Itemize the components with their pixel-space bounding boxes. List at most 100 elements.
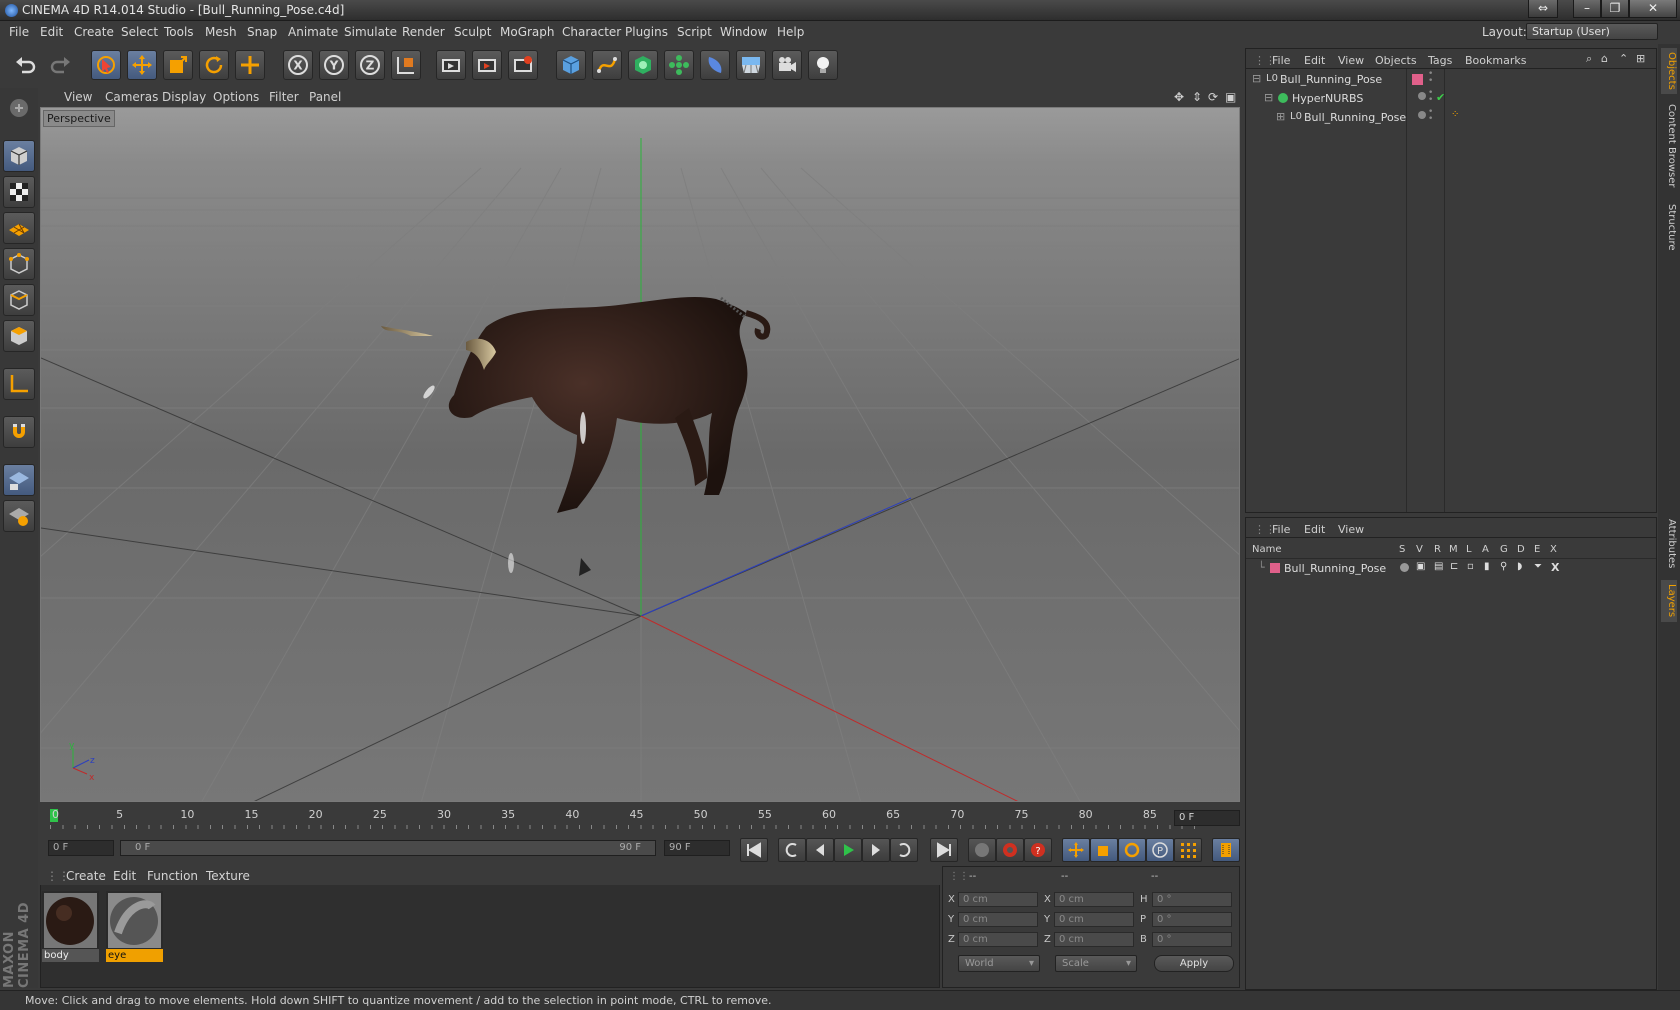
layer-col-animation[interactable]: A: [1482, 544, 1489, 555]
layer-col-generators[interactable]: G: [1500, 544, 1508, 555]
tree-row-bull-running-pose[interactable]: ⊟ L0 Bull_Running_Pose • •: [1252, 70, 1652, 90]
viewport-menu-display[interactable]: Display: [162, 90, 206, 104]
layer-col-solo[interactable]: S: [1399, 544, 1405, 555]
solo-toggle-icon[interactable]: [1400, 563, 1409, 572]
layer-color-swatch[interactable]: [1412, 74, 1423, 85]
animation-toggle-icon[interactable]: ▮: [1484, 561, 1490, 572]
layer-name[interactable]: Bull_Running_Pose: [1284, 562, 1386, 575]
play-icon[interactable]: [834, 838, 862, 862]
enabled-check-icon[interactable]: ✔: [1436, 91, 1445, 104]
viewport-maximize-icon[interactable]: ▣: [1225, 90, 1236, 104]
timeline-ruler[interactable]: 051015202530354045505560657075808590: [40, 803, 1240, 833]
tree-row-hypernurbs[interactable]: ⊟ HyperNURBS • • ✔: [1264, 89, 1652, 109]
spline-icon[interactable]: [592, 50, 622, 80]
tab-attributes[interactable]: Attributes: [1661, 514, 1677, 574]
layer-col-xref[interactable]: X: [1550, 544, 1557, 555]
polygons-mode-icon[interactable]: [3, 320, 35, 352]
scale-tool-icon[interactable]: [163, 50, 193, 80]
coordinate-system-icon[interactable]: [391, 50, 421, 80]
view-toggle-icon[interactable]: ▣: [1416, 561, 1425, 572]
menu-create[interactable]: Create: [74, 25, 114, 39]
position-x-field[interactable]: 0 cm: [958, 892, 1038, 907]
deformer-toggle-icon[interactable]: ◗: [1517, 561, 1522, 572]
apply-button[interactable]: Apply: [1154, 955, 1234, 972]
current-frame-field[interactable]: 0 F: [1174, 810, 1240, 826]
menu-help[interactable]: Help: [777, 25, 804, 39]
timeline-window-icon[interactable]: [1212, 838, 1240, 862]
rotate-tool-icon[interactable]: [199, 50, 229, 80]
object-menu-edit[interactable]: Edit: [1304, 54, 1325, 67]
menu-sculpt[interactable]: Sculpt: [454, 25, 491, 39]
viewport-menu-filter[interactable]: Filter: [269, 90, 299, 104]
workplane-lock-icon[interactable]: [3, 464, 35, 496]
deformer-icon[interactable]: [700, 50, 730, 80]
object-menu-tags[interactable]: Tags: [1428, 54, 1452, 67]
end-frame-field[interactable]: 90 F: [664, 840, 730, 856]
menu-tools[interactable]: Tools: [164, 25, 194, 39]
viewport-rotate-icon[interactable]: ⟳: [1208, 90, 1218, 104]
expand-icon[interactable]: ⊟: [1264, 91, 1273, 104]
menu-snap[interactable]: Snap: [247, 25, 277, 39]
layer-menu-file[interactable]: File: [1272, 523, 1290, 536]
live-selection-icon[interactable]: [91, 50, 121, 80]
menu-plugins[interactable]: Plugins: [625, 25, 668, 39]
layer-row[interactable]: └ Bull_Running_Pose ▣ ▤ ⊏ ▫ ▮ ⚲ ◗ ⏷ X: [1252, 560, 1652, 578]
z-axis-lock-icon[interactable]: Z: [355, 50, 385, 80]
record-active-icon[interactable]: [968, 838, 996, 862]
make-editable-icon[interactable]: [3, 92, 35, 124]
home-icon[interactable]: ⌂: [1601, 52, 1608, 65]
generator-toggle-icon[interactable]: ⚲: [1500, 561, 1507, 572]
viewport-menu-options[interactable]: Options: [213, 90, 259, 104]
minimize-button[interactable]: –: [1573, 0, 1601, 18]
scene-environment-icon[interactable]: [736, 50, 766, 80]
y-axis-lock-icon[interactable]: Y: [319, 50, 349, 80]
scroll-up-icon[interactable]: ⌃: [1619, 52, 1628, 65]
material-menu-create[interactable]: Create: [66, 869, 106, 883]
visibility-dots-icon[interactable]: • •: [1428, 89, 1433, 105]
array-icon[interactable]: [664, 50, 694, 80]
undo-icon[interactable]: [9, 50, 41, 80]
render-toggle-icon[interactable]: ▤: [1434, 561, 1443, 572]
render-settings-icon[interactable]: [508, 50, 538, 80]
move-tool-icon[interactable]: [127, 50, 157, 80]
key-parameter-icon[interactable]: P: [1146, 838, 1174, 862]
perspective-viewport[interactable]: y z x Perspective: [40, 107, 1240, 802]
viewport-dolly-icon[interactable]: ⇕: [1192, 90, 1202, 104]
go-to-end-icon[interactable]: [930, 838, 958, 862]
resize-icon[interactable]: ⇔: [1528, 0, 1558, 18]
visibility-dots-icon[interactable]: • •: [1428, 70, 1433, 86]
previous-frame-icon[interactable]: [806, 838, 834, 862]
menu-mograph[interactable]: MoGraph: [500, 25, 555, 39]
object-menu-file[interactable]: File: [1272, 54, 1290, 67]
texture-mode-icon[interactable]: [3, 176, 35, 208]
layer-menu-edit[interactable]: Edit: [1304, 523, 1325, 536]
next-key-icon[interactable]: [890, 838, 918, 862]
cube-primitive-icon[interactable]: [556, 50, 586, 80]
restore-button[interactable]: ❐: [1601, 0, 1629, 18]
layer-col-locked[interactable]: L: [1466, 544, 1472, 555]
close-button[interactable]: ✕: [1629, 0, 1677, 18]
rotation-b-field[interactable]: 0 °: [1152, 932, 1232, 947]
position-y-field[interactable]: 0 cm: [958, 912, 1038, 927]
size-mode-select[interactable]: Scale ▾: [1055, 955, 1137, 972]
tree-row-bull-mesh[interactable]: ⊞ L0 Bull_Running_Pose • • ⁘: [1276, 108, 1652, 128]
coordinate-mode-select[interactable]: World ▾: [958, 955, 1040, 972]
position-z-field[interactable]: 0 cm: [958, 932, 1038, 947]
x-axis-lock-icon[interactable]: X: [283, 50, 313, 80]
menu-script[interactable]: Script: [677, 25, 712, 39]
xref-toggle-icon[interactable]: X: [1551, 561, 1559, 574]
visibility-dots-icon[interactable]: • •: [1428, 108, 1433, 124]
object-menu-view[interactable]: View: [1338, 54, 1364, 67]
tab-objects[interactable]: Objects: [1661, 48, 1677, 94]
lock-toggle-icon[interactable]: ▫: [1467, 561, 1474, 572]
magnet-snap-icon[interactable]: [3, 416, 35, 448]
key-scale-icon[interactable]: [1090, 838, 1118, 862]
material-menu-function[interactable]: Function: [147, 869, 198, 883]
axis-mode-icon[interactable]: [3, 368, 35, 400]
texture-tag-icon[interactable]: ⁘: [1451, 109, 1459, 120]
menu-render[interactable]: Render: [402, 25, 445, 39]
expand-icon[interactable]: ⊞: [1276, 110, 1285, 123]
previous-key-icon[interactable]: [778, 838, 806, 862]
viewport-menu-cameras[interactable]: Cameras: [105, 90, 158, 104]
menu-select[interactable]: Select: [121, 25, 158, 39]
